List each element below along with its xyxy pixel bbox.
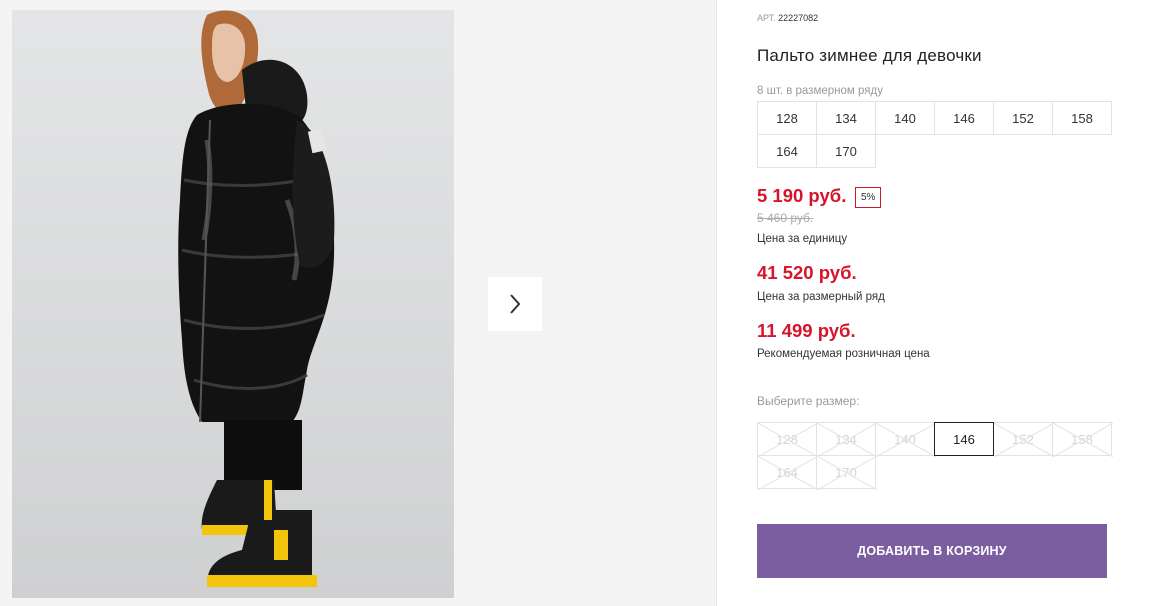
- product-title: Пальто зимнее для девочки: [757, 46, 982, 65]
- size-option-140: 140: [875, 422, 936, 457]
- pack-size-cell: 152: [993, 101, 1053, 135]
- size-option-164: 164: [757, 455, 818, 490]
- size-option-128: 128: [757, 422, 818, 457]
- cross-out-icon: [876, 423, 936, 457]
- cross-out-icon: [994, 423, 1054, 457]
- product-page: АРТ. 22227082 Пальто зимнее для девочки …: [0, 0, 1149, 606]
- pack-size-cell: 170: [816, 134, 876, 168]
- size-option-152: 152: [993, 422, 1054, 457]
- size-option-134: 134: [816, 422, 877, 457]
- retail-price-label: Рекомендуемая розничная цена: [757, 348, 930, 360]
- product-photo[interactable]: [12, 10, 454, 598]
- unit-price: 5 190 руб.: [757, 185, 847, 206]
- size-option-158: 158: [1052, 422, 1113, 457]
- pack-price: 41 520 руб.: [757, 262, 857, 283]
- pack-size-cell: 128: [757, 101, 817, 135]
- old-price: 5 460 руб.: [757, 211, 814, 225]
- pack-size-cell: 158: [1052, 101, 1112, 135]
- girl-in-coat-illustration: [178, 10, 335, 587]
- cross-out-icon: [817, 423, 877, 457]
- retail-price: 11 499 руб.: [757, 320, 856, 341]
- pack-size-cell: 140: [875, 101, 935, 135]
- size-option-170: 170: [816, 455, 877, 490]
- size-option-label: 146: [953, 431, 975, 447]
- pack-price-label: Цена за размерный ряд: [757, 291, 885, 303]
- unit-price-label: Цена за единицу: [757, 233, 848, 245]
- pack-size-cell: 134: [816, 101, 876, 135]
- cross-out-icon: [817, 456, 877, 490]
- pack-note: 8 шт. в размерном ряду: [757, 85, 883, 97]
- product-gallery: [0, 0, 717, 606]
- size-option-146[interactable]: 146: [934, 422, 994, 456]
- chevron-right-icon: [510, 294, 521, 314]
- add-to-cart-button[interactable]: ДОБАВИТЬ В КОРЗИНУ: [757, 524, 1107, 578]
- choose-size-label: Выберите размер:: [757, 394, 860, 408]
- discount-badge: 5%: [855, 187, 882, 208]
- cross-out-icon: [758, 456, 818, 490]
- article-label: АРТ.: [757, 13, 776, 23]
- size-selector: 128 134 140 146 152 158: [757, 422, 1117, 490]
- pack-size-cell: 164: [757, 134, 817, 168]
- pack-size-cell: 146: [934, 101, 994, 135]
- gallery-next-button[interactable]: [488, 277, 542, 331]
- cross-out-icon: [1053, 423, 1113, 457]
- cross-out-icon: [758, 423, 818, 457]
- pack-size-grid: 128 134 140 146 152 158 164 170: [757, 101, 1117, 168]
- article-value: 22227082: [778, 13, 819, 23]
- article-number: АРТ. 22227082: [757, 13, 818, 23]
